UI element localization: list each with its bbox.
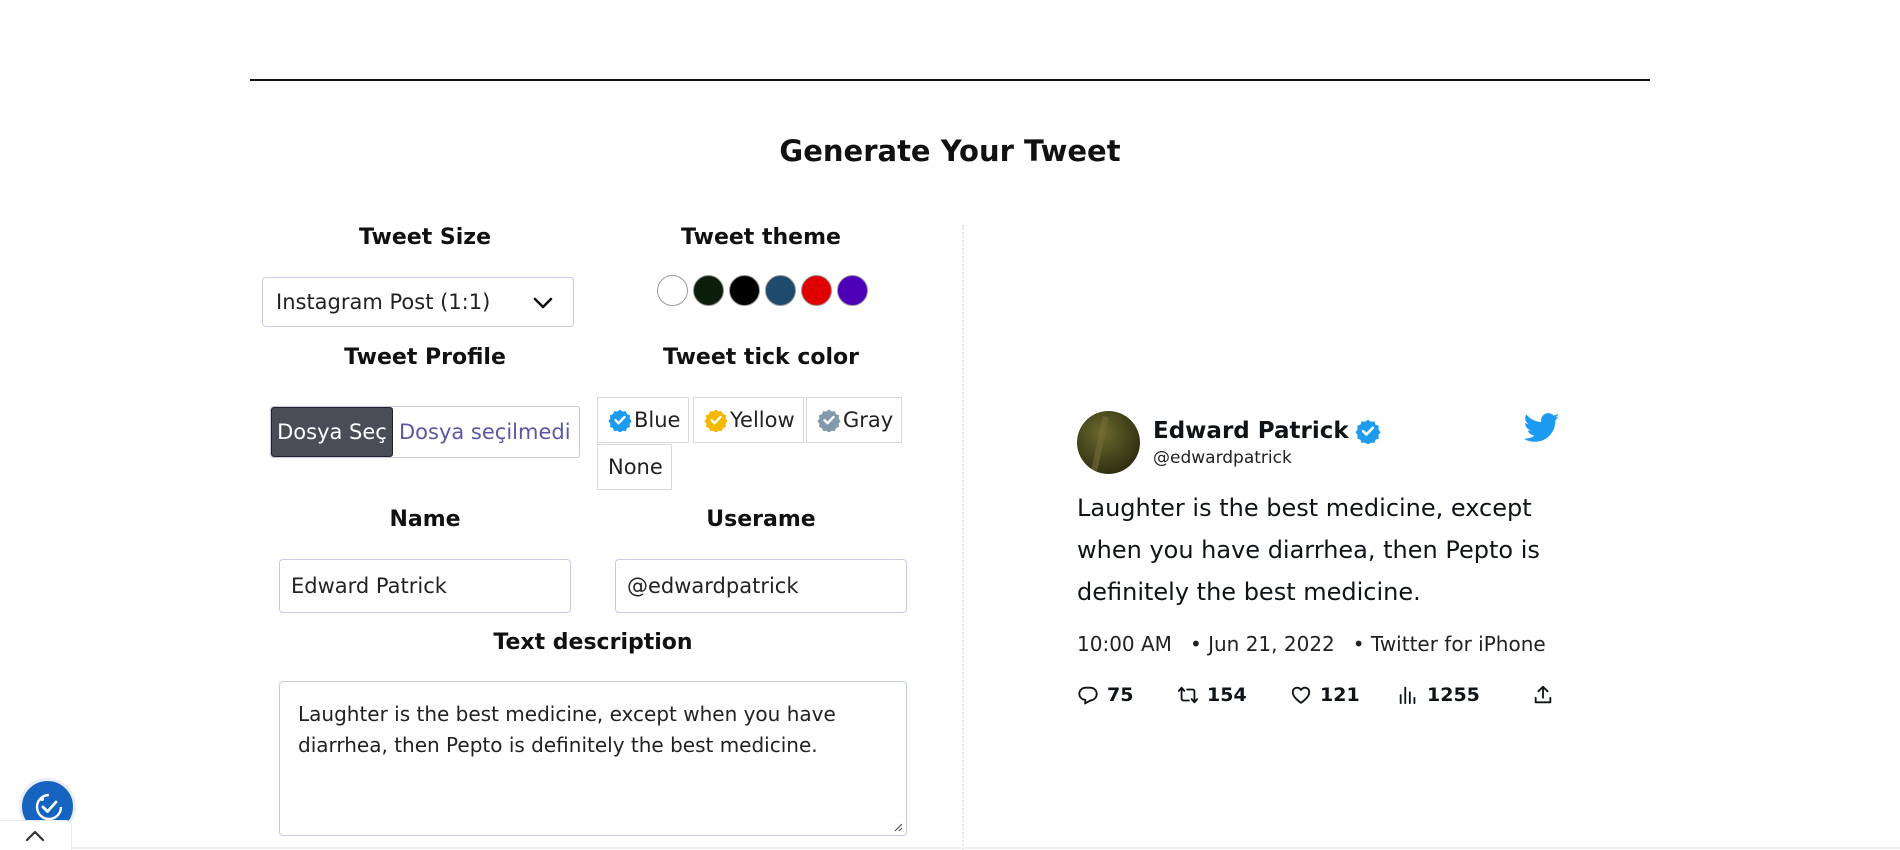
choose-file-button[interactable]: Dosya Seç [271,407,393,457]
tweet-date: • Jun 21, 2022 [1189,632,1335,656]
tweet-size-label: Tweet Size [358,225,492,250]
verified-badge-icon [817,409,841,432]
like-stat[interactable]: 121 [1290,684,1397,706]
resize-grip-icon[interactable] [893,822,903,832]
theme-swatches [657,275,868,306]
tick-color-label: Tweet tick color [663,345,859,370]
retweet-count: 154 [1207,684,1247,706]
page-title: Generate Your Tweet [779,134,1121,168]
share-icon [1534,685,1552,704]
reply-icon [1078,686,1098,705]
tweet-size-select[interactable]: Instagram Post (1:1) [262,277,574,327]
description-value: Laughter is the best medicine, except wh… [298,702,836,757]
theme-swatch-navy[interactable] [765,275,796,306]
reply-count: 75 [1107,684,1134,706]
bottom-border [0,847,1900,849]
theme-swatch-black[interactable] [729,275,760,306]
name-label: Name [389,507,461,532]
tweet-source: • Twitter for iPhone [1352,632,1546,656]
verified-badge-icon [704,409,728,432]
tweet-text: Laughter is the best medicine, except wh… [1077,494,1540,606]
username-label: Userame [706,507,816,532]
tick-option-label: Blue [634,408,681,432]
username-input[interactable]: @edwardpatrick [615,559,907,613]
tweet-theme-label: Tweet theme [681,225,841,250]
tweet-time: 10:00 AM [1077,632,1172,656]
verified-badge-icon [1355,419,1381,444]
accessibility-icon [35,793,63,821]
tweet-profile-label: Tweet Profile [344,345,506,370]
theme-swatch-red[interactable] [801,275,832,306]
share-button[interactable] [1532,684,1554,706]
verified-badge-icon [608,409,632,432]
tick-option-label: None [608,455,663,479]
tweet-name: Edward Patrick [1153,418,1349,444]
heart-icon [1291,686,1311,704]
name-input-value: Edward Patrick [291,574,447,598]
tweet-stats: 75 154 121 1255 [1077,684,1554,706]
theme-swatch-purple[interactable] [837,275,868,306]
retweet-stat[interactable]: 154 [1177,684,1290,706]
column-divider [962,225,964,850]
theme-swatch-dark-green[interactable] [693,275,724,306]
tick-option-label: Gray [843,408,894,432]
retweet-icon [1177,686,1199,704]
scroll-to-top-button[interactable] [0,820,72,850]
chevron-down-icon [533,297,553,309]
tweet-username: @edwardpatrick [1153,448,1292,468]
views-icon [1399,686,1416,705]
tweet-meta: 10:00 AM • Jun 21, 2022 • Twitter for iP… [1077,632,1546,656]
tick-option-yellow[interactable]: Yellow [693,397,804,443]
profile-file-input[interactable]: Dosya Seç Dosya seçilmedi [270,406,580,458]
tick-option-gray[interactable]: Gray [806,397,903,443]
description-label: Text description [493,630,693,655]
tweet-size-value: Instagram Post (1:1) [276,290,491,314]
file-status: Dosya seçilmedi [399,420,571,444]
theme-swatch-white[interactable] [657,275,688,306]
reply-stat[interactable]: 75 [1077,684,1177,706]
description-textarea[interactable]: Laughter is the best medicine, except wh… [279,681,907,836]
username-input-value: @edwardpatrick [627,574,799,598]
tweet-avatar [1077,411,1140,474]
tick-option-blue[interactable]: Blue [597,397,690,443]
tweet-author: Edward Patrick [1153,418,1381,444]
tick-option-label: Yellow [730,408,795,432]
chevron-up-icon [25,830,45,842]
top-divider [250,79,1650,81]
views-stat[interactable]: 1255 [1397,684,1532,706]
like-count: 121 [1320,684,1360,706]
tick-option-none[interactable]: None [597,444,672,490]
views-count: 1255 [1427,684,1480,706]
twitter-bird-icon [1524,413,1560,442]
name-input[interactable]: Edward Patrick [279,559,571,613]
